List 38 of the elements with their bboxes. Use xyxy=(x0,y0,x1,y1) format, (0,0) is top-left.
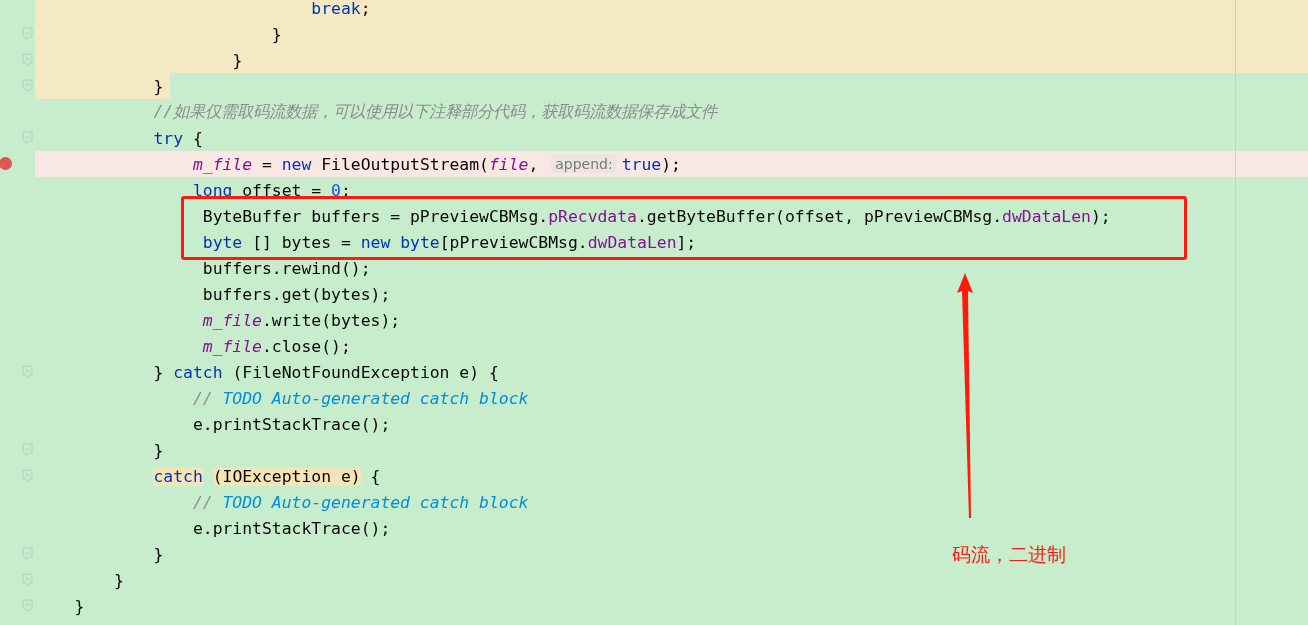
code-line: break; xyxy=(310,0,371,18)
code-line: } xyxy=(152,544,164,564)
fold-icon[interactable] xyxy=(22,547,33,560)
code-line: m_file.close(); xyxy=(201,336,351,356)
code-line: } xyxy=(73,596,85,616)
code-line: m_file.write(bytes); xyxy=(201,310,401,330)
fold-icon[interactable] xyxy=(22,131,33,144)
code-line: true); xyxy=(621,154,681,174)
code-line: buffers.rewind(); xyxy=(201,258,371,278)
inlay-hint: append: xyxy=(551,155,617,173)
code-line: e.printStackTrace(); xyxy=(191,518,391,538)
fold-icon[interactable] xyxy=(22,573,33,586)
code-line: } xyxy=(152,440,164,460)
code-line: } catch (FileNotFoundException e) { xyxy=(152,362,499,382)
fold-icon[interactable] xyxy=(22,599,33,612)
code-line: ByteBuffer buffers = pPreviewCBMsg.pRecvdata.getByteBuffer(offset, pPreviewCBMsg.dwDataLen); xyxy=(201,206,1111,226)
fold-icon[interactable] xyxy=(22,27,33,40)
fold-icon[interactable] xyxy=(22,443,33,456)
annotation-label: 码流，二进制 xyxy=(952,542,1066,567)
code-line: buffers.get(bytes); xyxy=(201,284,391,304)
fold-icon[interactable] xyxy=(22,469,33,482)
code-line: m_file = new FileOutputStream(file, xyxy=(191,154,540,174)
code-line: } xyxy=(231,50,243,70)
code-line: // TODO Auto-generated catch block xyxy=(191,388,529,408)
arrow-icon xyxy=(957,273,973,518)
code-line: } xyxy=(270,24,282,44)
code-line: e.printStackTrace(); xyxy=(191,414,391,434)
code-line: try { xyxy=(152,128,203,148)
code-line: // TODO Auto-generated catch block xyxy=(191,492,529,512)
code-line: } xyxy=(152,76,164,96)
fold-icon[interactable] xyxy=(22,53,33,66)
code-line: //如果仅需取码流数据，可以使用以下注释部分代码，获取码流数据保存成文件 xyxy=(152,101,718,123)
fold-icon[interactable] xyxy=(22,365,33,378)
breakpoint-icon[interactable] xyxy=(0,157,12,170)
code-line: catch (IOException e) { xyxy=(152,466,381,486)
code-line: byte [] bytes = new byte[pPreviewCBMsg.dwDataLen]; xyxy=(201,232,697,252)
fold-icon[interactable] xyxy=(22,79,33,92)
code-line: } xyxy=(112,570,124,590)
